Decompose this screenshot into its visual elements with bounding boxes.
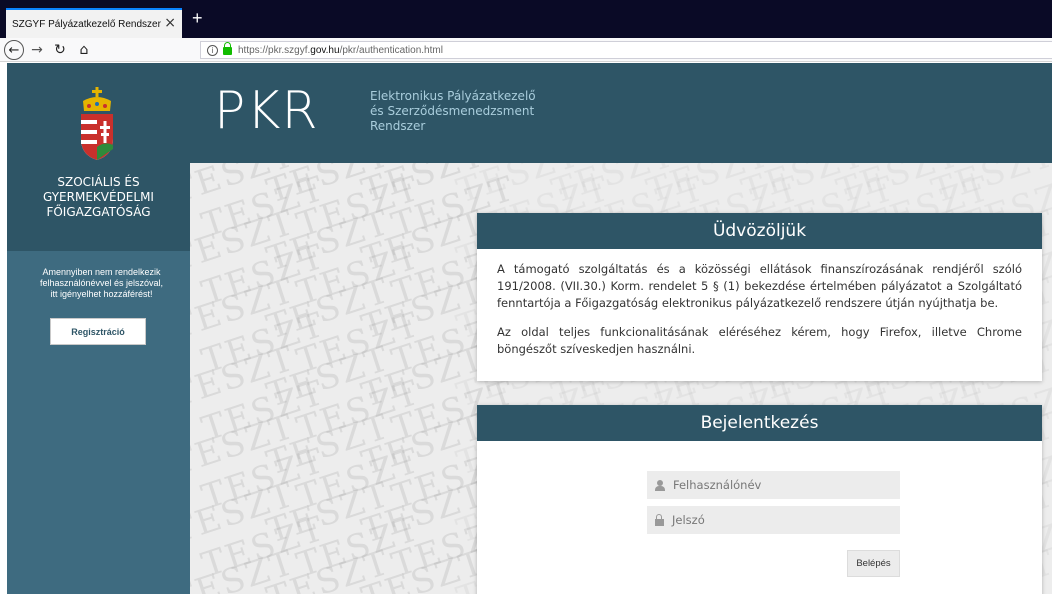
welcome-paragraph-2: Az oldal teljes funkcionalitásának eléré…	[497, 325, 1022, 356]
login-title: Bejelentkezés	[477, 405, 1042, 441]
url-scheme-host: https://pkr.szgyf.	[238, 44, 311, 56]
reload-icon[interactable]: ↻	[50, 40, 70, 60]
register-info-text: Amennyiben nem rendelkezik felhasználóné…	[19, 267, 184, 300]
org-name-line-1: SZOCIÁLIS ÉS	[57, 175, 140, 189]
forward-arrow-icon[interactable]: →	[27, 40, 47, 60]
organization-name: SZOCIÁLIS ÉS GYERMEKVÉDELMI FŐIGAZGATÓSÁ…	[7, 175, 190, 220]
lock-icon	[223, 42, 232, 55]
welcome-title: Üdvözöljük	[477, 213, 1042, 249]
login-button[interactable]: Belépés	[847, 550, 900, 577]
home-icon[interactable]: ⌂	[74, 40, 94, 60]
register-button[interactable]: Regisztráció	[50, 318, 146, 345]
tab-title: SZGYF Pályázatkezelő Rendszer - Bej	[12, 18, 162, 30]
browser-tab[interactable]: SZGYF Pályázatkezelő Rendszer - Bej ×	[6, 8, 182, 38]
url-path: /pkr/authentication.html	[339, 44, 443, 56]
org-name-line-2: GYERMEKVÉDELMI	[43, 190, 154, 204]
user-icon	[655, 479, 665, 491]
url-domain: gov.hu	[310, 44, 340, 56]
lock-icon	[655, 513, 664, 526]
page-header: PKR Elektronikus Pályázatkezelő és Szerz…	[190, 63, 1052, 163]
password-placeholder: Jelszó	[672, 513, 705, 527]
new-tab-icon[interactable]: +	[192, 8, 203, 28]
subtitle-line-1: Elektronikus Pályázatkezelő	[370, 89, 536, 103]
tab-close-icon[interactable]: ×	[164, 16, 176, 30]
page: SZOCIÁLIS ÉS GYERMEKVÉDELMI FŐIGAZGATÓSÁ…	[7, 63, 1052, 594]
pkr-logo: PKR	[214, 81, 319, 141]
username-placeholder: Felhasználónév	[673, 478, 762, 492]
url-bar[interactable]: i https://pkr.szgyf. gov.hu/pkr/authentic…	[200, 41, 1052, 59]
login-card: Bejelentkezés Felhasználónév Jelszó Belé…	[477, 405, 1042, 594]
register-text-line-2: felhasználónévvel és jelszóval,	[39, 278, 164, 288]
main-content: TESZT TESZT TESZT TESZT TESZT TESZT TESZT TESZT…	[190, 163, 1052, 594]
register-text-line-1: Amennyiben nem rendelkezik	[42, 267, 161, 277]
subtitle-line-3: Rendszer	[370, 119, 426, 133]
welcome-paragraph-1: A támogató szolgáltatás és a közösségi e…	[497, 262, 1022, 310]
sidebar: SZOCIÁLIS ÉS GYERMEKVÉDELMI FŐIGAZGATÓSÁ…	[7, 63, 190, 594]
system-subtitle: Elektronikus Pályázatkezelő és Szerződés…	[370, 89, 536, 134]
org-name-line-3: FŐIGAZGATÓSÁG	[46, 205, 151, 219]
username-input[interactable]: Felhasználónév	[647, 471, 900, 499]
back-arrow-icon[interactable]: ←	[4, 40, 24, 60]
register-text-line-3: itt igényelhet hozzáférést!	[50, 289, 153, 299]
subtitle-line-2: és Szerződésmenedzsment	[370, 104, 535, 118]
coat-of-arms-icon	[81, 87, 113, 160]
password-input[interactable]: Jelszó	[647, 506, 900, 534]
browser-nav-bar: ← → ↻ ⌂ i https://pkr.szgyf. gov.hu/pkr/a…	[0, 38, 1052, 62]
browser-tab-bar: SZGYF Pályázatkezelő Rendszer - Bej × +	[0, 0, 1052, 38]
sidebar-brand: SZOCIÁLIS ÉS GYERMEKVÉDELMI FŐIGAZGATÓSÁ…	[7, 63, 190, 251]
info-icon[interactable]: i	[207, 44, 218, 56]
welcome-body: A támogató szolgáltatás és a közösségi e…	[477, 249, 1042, 358]
welcome-card: Üdvözöljük A támogató szolgáltatás és a …	[477, 213, 1042, 381]
